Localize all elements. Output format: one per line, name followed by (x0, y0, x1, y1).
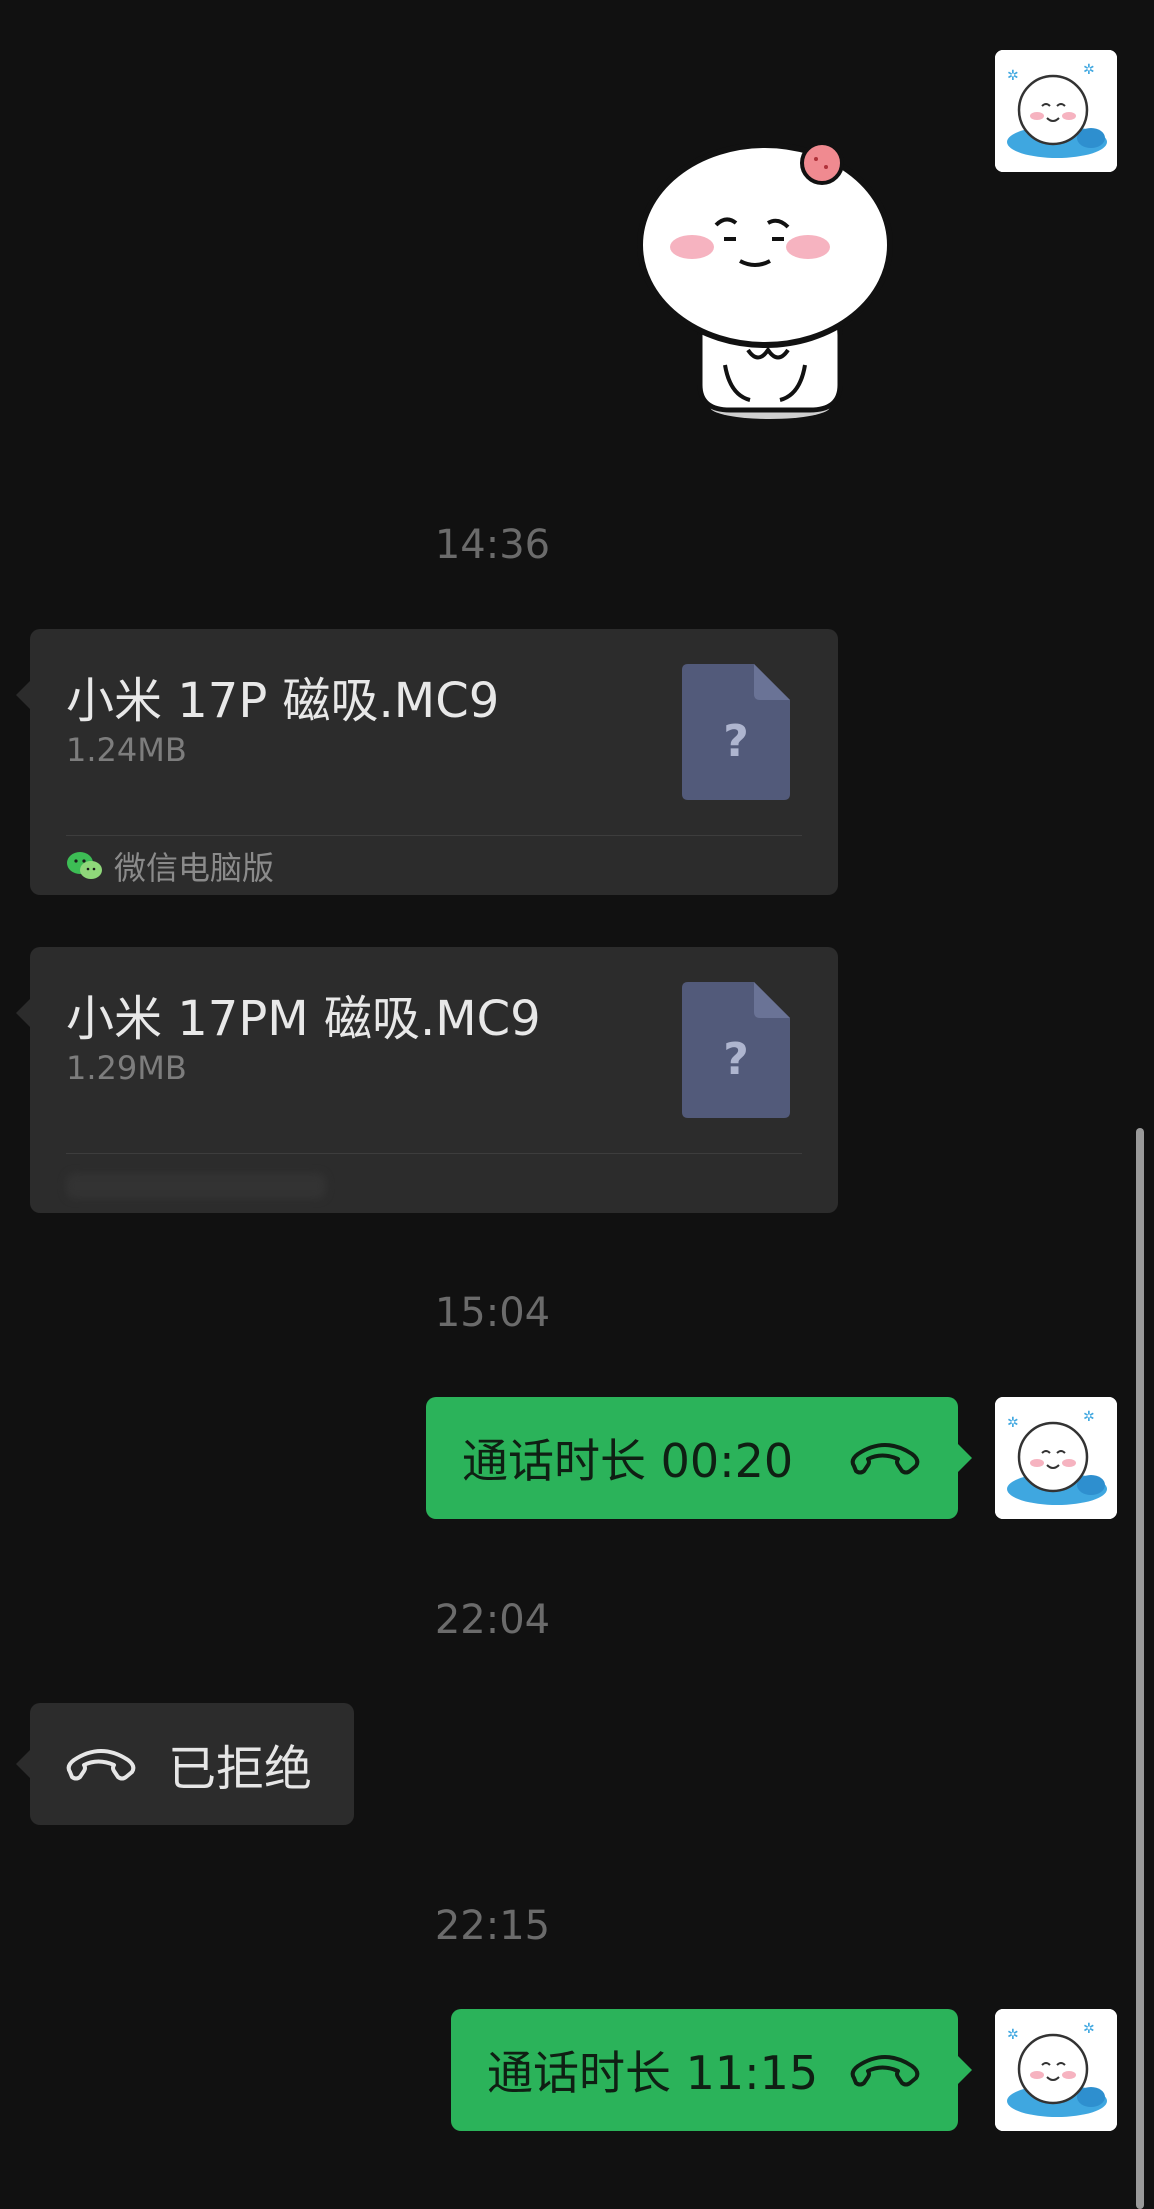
file-message[interactable]: 小米 17P 磁吸.MC9 1.24MB ? 微信电脑版 (16, 629, 838, 895)
file-source: 微信电脑版 (66, 845, 274, 887)
timestamp: 15:04 (434, 1290, 551, 1336)
unknown-file-icon: ? (682, 982, 790, 1118)
call-record-message[interactable]: 通话时长 00:20 (426, 1397, 972, 1519)
phone-hangup-icon (850, 2055, 920, 2087)
call-status-text: 已拒绝 (168, 1741, 313, 1797)
svg-text:✲: ✲ (1007, 2027, 1019, 2043)
file-size: 1.24MB (66, 731, 187, 769)
svg-text:✲: ✲ (1083, 62, 1095, 78)
self-avatar[interactable]: ✲ ✲ (995, 2009, 1117, 2131)
file-source-label: 微信电脑版 (114, 849, 275, 887)
avatar-image: ✲ ✲ (995, 50, 1117, 172)
self-avatar[interactable]: ✲ ✲ (995, 1397, 1117, 1519)
sticker-message[interactable] (630, 135, 900, 425)
file-source-blurred (66, 1173, 326, 1199)
timestamp: 22:15 (434, 1903, 551, 1949)
svg-text:✲: ✲ (1083, 1409, 1095, 1425)
file-name: 小米 17PM 磁吸.MC9 (66, 991, 541, 1047)
call-record-message[interactable]: 通话时长 11:15 (451, 2009, 972, 2131)
svg-text:✲: ✲ (1007, 68, 1019, 84)
call-duration-text: 通话时长 11:15 (487, 2046, 819, 2100)
phone-hangup-icon (66, 1749, 136, 1781)
unknown-file-icon: ? (682, 664, 790, 800)
file-size: 1.29MB (66, 1049, 187, 1087)
scrollbar[interactable] (1136, 1128, 1144, 2209)
file-message[interactable]: 小米 17PM 磁吸.MC9 1.29MB ? (16, 947, 838, 1213)
wechat-icon (67, 852, 102, 879)
timestamp: 22:04 (434, 1597, 551, 1643)
svg-text:✲: ✲ (1083, 2021, 1095, 2037)
call-rejected-message[interactable]: 已拒绝 (16, 1703, 354, 1825)
timestamp: 14:36 (434, 522, 551, 568)
avatar-image: ✲ ✲ (995, 2009, 1117, 2131)
call-duration-text: 通话时长 00:20 (462, 1434, 794, 1488)
svg-text:✲: ✲ (1007, 1415, 1019, 1431)
svg-text:?: ? (723, 1034, 749, 1085)
phone-hangup-icon (850, 1443, 920, 1475)
file-name: 小米 17P 磁吸.MC9 (66, 673, 500, 729)
svg-text:?: ? (723, 716, 749, 767)
avatar-image: ✲ ✲ (995, 1397, 1117, 1519)
divider (66, 1153, 802, 1154)
divider (66, 835, 802, 836)
self-avatar[interactable]: ✲ ✲ (995, 50, 1117, 172)
sticker-image (637, 141, 893, 419)
